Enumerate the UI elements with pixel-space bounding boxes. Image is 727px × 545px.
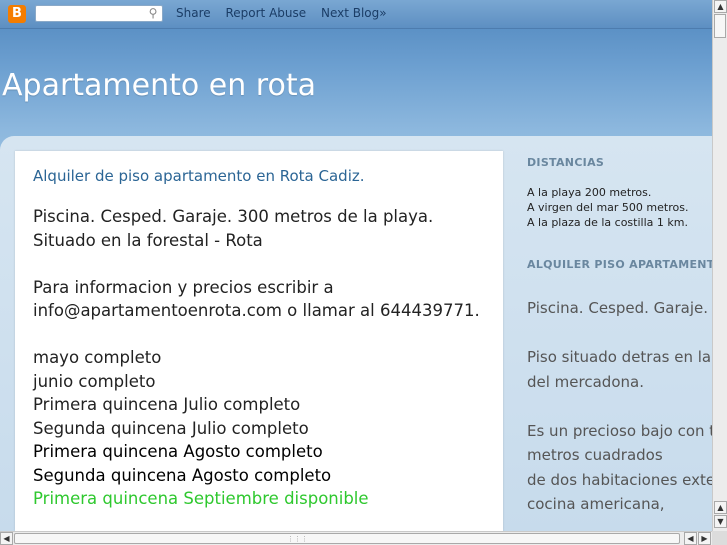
alquiler-body: Piscina. Cesped. Garaje. Piso situado de… <box>527 296 712 517</box>
sidebar-line: Piso situado detras en la f <box>527 348 712 366</box>
availability-septiembre: Primera quincena Septiembre disponible <box>33 489 369 508</box>
scroll-down-icon[interactable]: ▼ <box>714 515 727 528</box>
sidebar-line: metros cuadrados <box>527 446 663 464</box>
availability-mayo: mayo completo <box>33 348 162 367</box>
post-title[interactable]: Alquiler de piso apartamento en Rota Cad… <box>33 167 365 185</box>
post-line: Piscina. Cesped. Garaje. 300 metros de l… <box>33 207 434 226</box>
scroll-up-small-icon[interactable]: ▲ <box>714 501 727 514</box>
vertical-scroll-thumb[interactable] <box>714 14 726 38</box>
distancia-item: A virgen del mar 500 metros. <box>527 201 689 214</box>
sidebar-line: del mercadona. <box>527 372 644 391</box>
scroll-left-icon[interactable]: ◀ <box>0 532 13 545</box>
post-line: Para informacion y precios escribir a <box>33 277 334 297</box>
blogger-logo-icon[interactable]: B <box>8 5 26 23</box>
availability-julio-2: Segunda quincena Julio completo <box>33 418 309 438</box>
distancias-title: DISTANCIAS <box>527 156 605 169</box>
scroll-left-small-icon[interactable]: ◀ <box>684 532 697 545</box>
availability-julio-1: Primera quincena Julio completo <box>33 395 301 414</box>
sidebar-line: Piscina. Cesped. Garaje. <box>527 299 709 317</box>
navbar-links: Share Report Abuse Next Blog» <box>176 6 398 20</box>
blogger-navbar: B ⚲ Share Report Abuse Next Blog» <box>0 0 712 29</box>
grip-icon: ⋮⋮⋮ <box>287 535 308 543</box>
distancias-list: A la playa 200 metros. A virgen del mar … <box>527 185 712 230</box>
availability-junio: junio completo <box>33 371 156 391</box>
search-icon[interactable]: ⚲ <box>146 6 160 21</box>
next-blog-link[interactable]: Next Blog» <box>321 6 387 20</box>
distancia-item: A la plaza de la costilla 1 km. <box>527 216 688 229</box>
report-abuse-link[interactable]: Report Abuse <box>225 6 306 20</box>
scroll-right-icon[interactable]: ▶ <box>698 532 711 545</box>
blog-title[interactable]: Apartamento en rota <box>2 68 316 103</box>
sidebar-line: cocina americana, <box>527 495 665 513</box>
availability-agosto-2: Segunda quincena Agosto completo <box>33 465 332 485</box>
sidebar-line: Es un precioso bajo con te <box>527 421 712 440</box>
availability-agosto-1: Primera quincena Agosto completo <box>33 442 323 461</box>
horizontal-scrollbar[interactable]: ◀ ⋮⋮⋮ ◀ ▶ <box>0 531 712 545</box>
sidebar-line: de dos habitaciones exter <box>527 470 712 489</box>
scroll-corner <box>712 531 727 545</box>
post: Alquiler de piso apartamento en Rota Cad… <box>15 151 503 531</box>
post-line: Situado en la forestal - Rota <box>33 230 263 250</box>
search-input[interactable]: ⚲ <box>35 5 163 22</box>
horizontal-scroll-thumb[interactable]: ⋮⋮⋮ <box>14 533 680 544</box>
scroll-up-icon[interactable]: ▲ <box>714 0 727 13</box>
post-body: Piscina. Cesped. Garaje. 300 metros de l… <box>33 205 493 511</box>
distancia-item: A la playa 200 metros. <box>527 186 652 199</box>
sidebar: DISTANCIAS A la playa 200 metros. A virg… <box>527 156 712 517</box>
share-link[interactable]: Share <box>176 6 211 20</box>
post-line: info@apartamentoenrota.com o llamar al 6… <box>33 301 480 320</box>
alquiler-title: ALQUILER PISO APARTAMENTO <box>527 258 712 271</box>
vertical-scrollbar[interactable]: ▲ ▲ ▼ <box>712 0 727 531</box>
